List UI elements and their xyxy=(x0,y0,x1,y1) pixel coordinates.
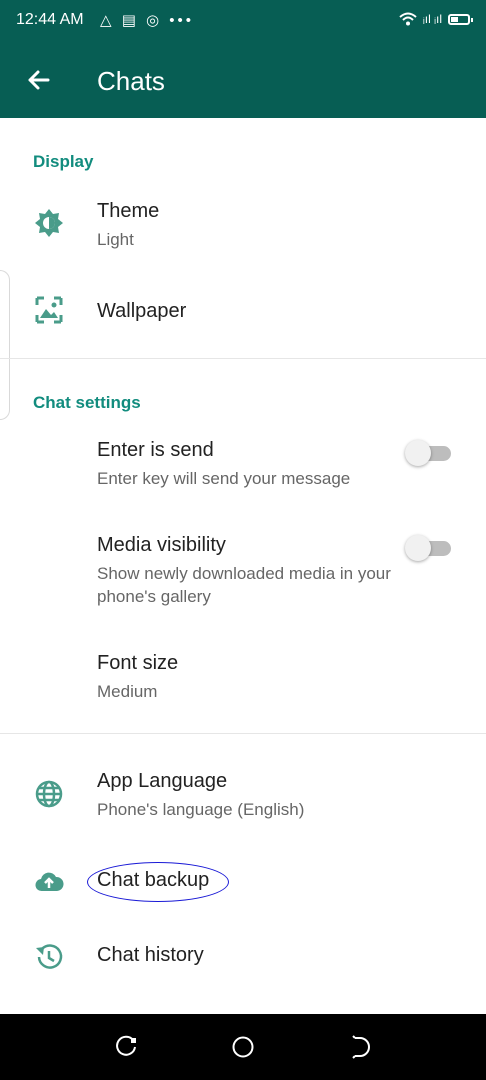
page-title: Chats xyxy=(97,66,165,96)
chat-history-title: Chat history xyxy=(97,944,204,966)
wallpaper-title: Wallpaper xyxy=(97,300,187,322)
media-visibility-toggle[interactable] xyxy=(405,535,451,561)
media-visibility-subtitle: Show newly downloaded media in your phon… xyxy=(97,564,391,606)
app-language-title: App Language xyxy=(97,770,228,792)
enter-is-send-title: Enter is send xyxy=(97,439,214,461)
setting-chat-backup[interactable]: Chat backup xyxy=(0,855,486,909)
navigation-bar xyxy=(0,1014,486,1080)
setting-app-language[interactable]: App Language Phone's language (English) xyxy=(0,760,486,830)
status-right-icons: ᵢıl ᵢıl xyxy=(399,12,473,26)
theme-title: Theme xyxy=(97,200,160,222)
signal-icon: ᵢıl ᵢıl xyxy=(422,12,442,26)
highlight-annotation xyxy=(87,862,229,902)
status-bar: 12:44 AM △ ▤ ◎ ••• ᵢıl ᵢıl xyxy=(0,0,486,42)
recent-apps-icon[interactable] xyxy=(113,1034,139,1060)
setting-enter-is-send[interactable]: Enter is send Enter key will send your m… xyxy=(0,430,486,500)
history-icon xyxy=(36,944,63,969)
setting-font-size[interactable]: Font size Medium xyxy=(0,643,486,713)
app-bar: Chats xyxy=(0,42,486,118)
arrow-left-icon xyxy=(28,70,50,90)
back-button[interactable] xyxy=(22,62,58,98)
setting-chat-history[interactable]: Chat history xyxy=(0,930,486,984)
notification-icons: △ ▤ ◎ ••• xyxy=(100,12,195,29)
app-language-subtitle: Phone's language (English) xyxy=(97,800,305,819)
section-header-display: Display xyxy=(33,152,94,171)
status-time: 12:44 AM xyxy=(16,11,84,28)
home-icon[interactable] xyxy=(230,1034,256,1060)
wallpaper-icon xyxy=(35,296,63,324)
media-visibility-title: Media visibility xyxy=(97,534,226,556)
theme-subtitle: Light xyxy=(97,230,134,249)
setting-media-visibility[interactable]: Media visibility Show newly downloaded m… xyxy=(0,525,486,615)
font-size-subtitle: Medium xyxy=(97,682,158,701)
back-nav-icon[interactable] xyxy=(347,1034,373,1060)
wifi-icon xyxy=(399,12,417,26)
font-size-title: Font size xyxy=(97,652,179,674)
cloud-upload-icon xyxy=(35,872,64,892)
setting-theme[interactable]: Theme Light xyxy=(0,190,486,262)
brightness-icon xyxy=(35,209,63,237)
divider xyxy=(0,733,486,734)
divider xyxy=(0,358,486,359)
setting-wallpaper[interactable]: Wallpaper xyxy=(0,280,486,344)
enter-is-send-subtitle: Enter key will send your message xyxy=(97,469,351,488)
globe-icon xyxy=(35,780,63,808)
section-header-chat-settings: Chat settings xyxy=(33,393,141,412)
enter-is-send-toggle[interactable] xyxy=(405,440,451,466)
battery-icon xyxy=(448,13,473,25)
